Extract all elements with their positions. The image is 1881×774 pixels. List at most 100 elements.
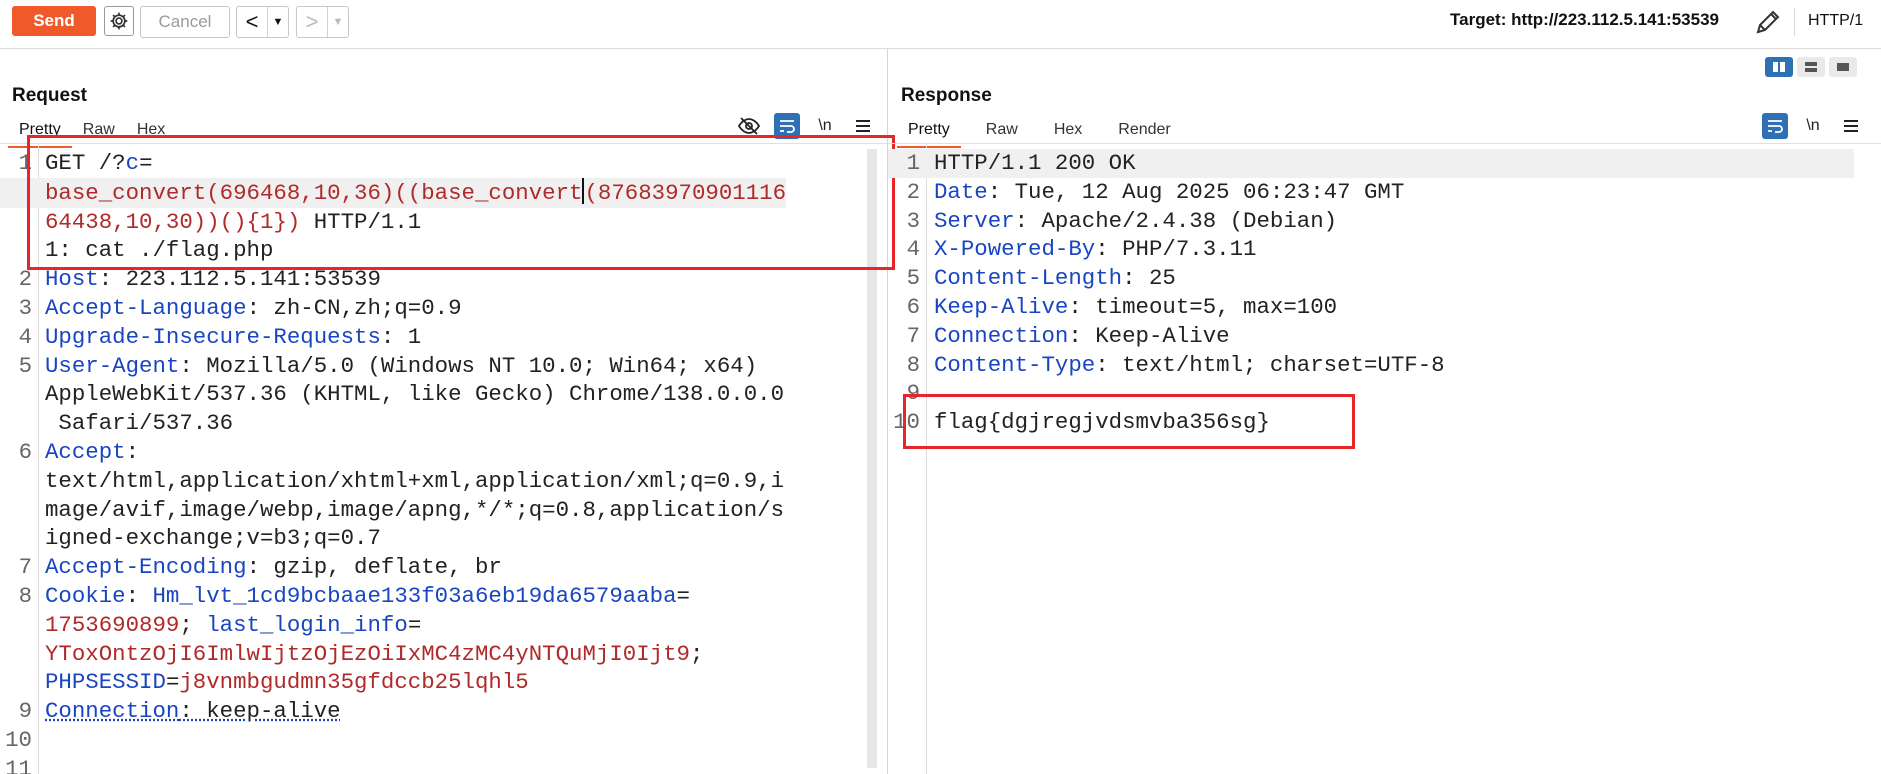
forward-dropdown-button[interactable]: ▼: [327, 7, 348, 37]
tabbed-view-icon[interactable]: [1829, 57, 1857, 77]
stacked-view-icon[interactable]: [1797, 57, 1825, 77]
back-nav: < ▼: [236, 6, 289, 38]
response-line: 5 Content-Length: 25: [888, 264, 1854, 293]
header-value: : Mozilla/5.0 (Windows NT 10.0; Win64; x…: [179, 352, 758, 379]
header-name: Upgrade-Insecure-Requests: [45, 323, 381, 350]
header-value: Safari/537.36: [45, 410, 234, 437]
header-value: Keep-Alive: [1081, 322, 1230, 349]
header-sep: :: [1095, 351, 1109, 378]
forward-button[interactable]: >: [297, 7, 327, 37]
response-editor[interactable]: 1 HTTP/1.1 200 OK 2 Date: Tue, 12 Aug 2025 …: [888, 145, 1881, 774]
response-highlight-box: [903, 394, 1355, 449]
header-sep: :: [1068, 322, 1082, 349]
cookie-name: last_login_info: [206, 611, 408, 638]
line-number: 3: [906, 207, 920, 234]
header-value: 25: [1135, 265, 1176, 292]
tab-raw[interactable]: Raw: [975, 117, 1029, 143]
word-wrap-icon[interactable]: [1762, 113, 1788, 139]
forward-nav: > ▼: [296, 6, 349, 38]
back-dropdown-button[interactable]: ▼: [267, 7, 288, 37]
response-line: 7 Connection: Keep-Alive: [888, 322, 1854, 351]
response-title: Response: [901, 85, 992, 106]
response-tabs: Pretty Raw Hex Render: [897, 117, 1182, 148]
line-number: 7: [906, 322, 920, 349]
cookie-value: j8vnmbgudmn35gfdccb25lqhl5: [179, 669, 529, 696]
header-value: Apache/2.4.38 (Debian): [1028, 207, 1338, 234]
header-value: : gzip, deflate, br: [246, 554, 502, 581]
header-value: : 1: [380, 323, 422, 350]
cancel-button[interactable]: Cancel: [140, 6, 230, 38]
request-title: Request: [12, 85, 87, 106]
edit-target-button[interactable]: [1752, 6, 1784, 38]
gear-icon: [110, 12, 128, 30]
tab-hex[interactable]: Hex: [1043, 117, 1093, 143]
send-button[interactable]: Send: [12, 6, 96, 36]
cookie-value: YToxOntzOjI6ImlwIjtzOjEzOiIxMC4zMC4yNTQu…: [45, 640, 690, 667]
header-value: :: [125, 438, 140, 465]
header-value: : keep-alive: [179, 698, 341, 725]
header-name: Content-Type: [934, 351, 1096, 378]
header-sep: :: [1068, 293, 1082, 320]
header-sep: :: [987, 178, 1002, 205]
header-value: igned-exchange;v=b3;q=0.7: [45, 525, 381, 552]
tab-pretty[interactable]: Pretty: [897, 117, 961, 148]
header-value: Tue, 12 Aug 2025 06:23:47 GMT: [1001, 178, 1405, 205]
header-value: mage/avif,image/webp,image/apng,*/*;q=0.…: [45, 496, 785, 523]
header-value: : 223.112.5.141:53539: [98, 266, 381, 293]
menu-icon[interactable]: [1838, 113, 1864, 139]
line-number: 6: [906, 293, 920, 320]
header-sep: :: [1014, 207, 1029, 234]
response-line: 2 Date: Tue, 12 Aug 2025 06:23:47 GMT: [888, 178, 1854, 207]
request-highlight-box: [27, 135, 895, 270]
header-value: text/html,application/xhtml+xml,applicat…: [45, 467, 785, 494]
header-name: Content-Length: [934, 265, 1123, 292]
header-name: User-Agent: [45, 352, 180, 379]
response-line: 8 Content-Type: text/html; charset=UTF-8: [888, 351, 1854, 380]
header-value: timeout=5, max=100: [1081, 293, 1338, 320]
header-sep: :: [1095, 236, 1109, 263]
header-value: PHP/7.3.11: [1108, 236, 1257, 263]
header-value: : zh-CN,zh;q=0.9: [246, 294, 462, 321]
header-name: Host: [45, 266, 99, 293]
header-name: Keep-Alive: [934, 293, 1069, 320]
settings-button[interactable]: [104, 6, 134, 36]
header-sep: :: [125, 582, 153, 609]
header-name: Server: [934, 207, 1015, 234]
http-version-label[interactable]: HTTP/1: [1808, 12, 1863, 30]
header-name: Cookie: [45, 582, 126, 609]
header-name: Accept-Encoding: [45, 554, 247, 581]
cookie-name: Hm_lvt_1cd9bcbaae133f03a6eb19da6579aaba: [152, 582, 677, 609]
header-name: Date: [934, 178, 988, 205]
cookie-equals: =: [676, 582, 690, 609]
header-sep: :: [1122, 265, 1136, 292]
header-value: AppleWebKit/537.36 (KHTML, like Gecko) C…: [45, 381, 785, 408]
split-view-icon[interactable]: [1765, 57, 1793, 77]
tab-render[interactable]: Render: [1107, 117, 1181, 143]
cookie-value: 1753690899: [45, 611, 180, 638]
back-button[interactable]: <: [237, 7, 267, 37]
response-line: 4 X-Powered-By: PHP/7.3.11: [888, 235, 1854, 264]
cookie-sep: ;: [179, 611, 207, 638]
line-number: 5: [906, 265, 920, 292]
header-name: HTTP/1.1 200 OK: [934, 150, 1136, 176]
header-name: Connection: [934, 322, 1069, 349]
line-number: 8: [906, 351, 920, 378]
newline-toggle[interactable]: \n: [1800, 113, 1826, 139]
response-line: 6 Keep-Alive: timeout=5, max=100: [888, 293, 1854, 322]
response-line: 1 HTTP/1.1 200 OK: [888, 149, 1854, 178]
cookie-equals: =: [165, 669, 180, 696]
response-tools: \n: [1762, 113, 1864, 139]
line-number: 1: [906, 150, 920, 176]
header-name: Connection: [45, 698, 180, 725]
pencil-icon: [1756, 10, 1780, 34]
header-name: X-Powered-By: [934, 236, 1096, 263]
target-label: Target: http://223.112.5.141:53539: [1450, 10, 1719, 29]
cookie-equals: =: [407, 611, 422, 638]
line-number: 4: [906, 236, 920, 263]
toolbar-divider: [1794, 8, 1795, 36]
line-number: 2: [906, 178, 920, 205]
response-tab-divider: [888, 143, 1881, 144]
cookie-sep: ;: [689, 640, 704, 667]
cookie-name: PHPSESSID: [45, 669, 166, 696]
header-value: text/html; charset=UTF-8: [1108, 351, 1445, 378]
